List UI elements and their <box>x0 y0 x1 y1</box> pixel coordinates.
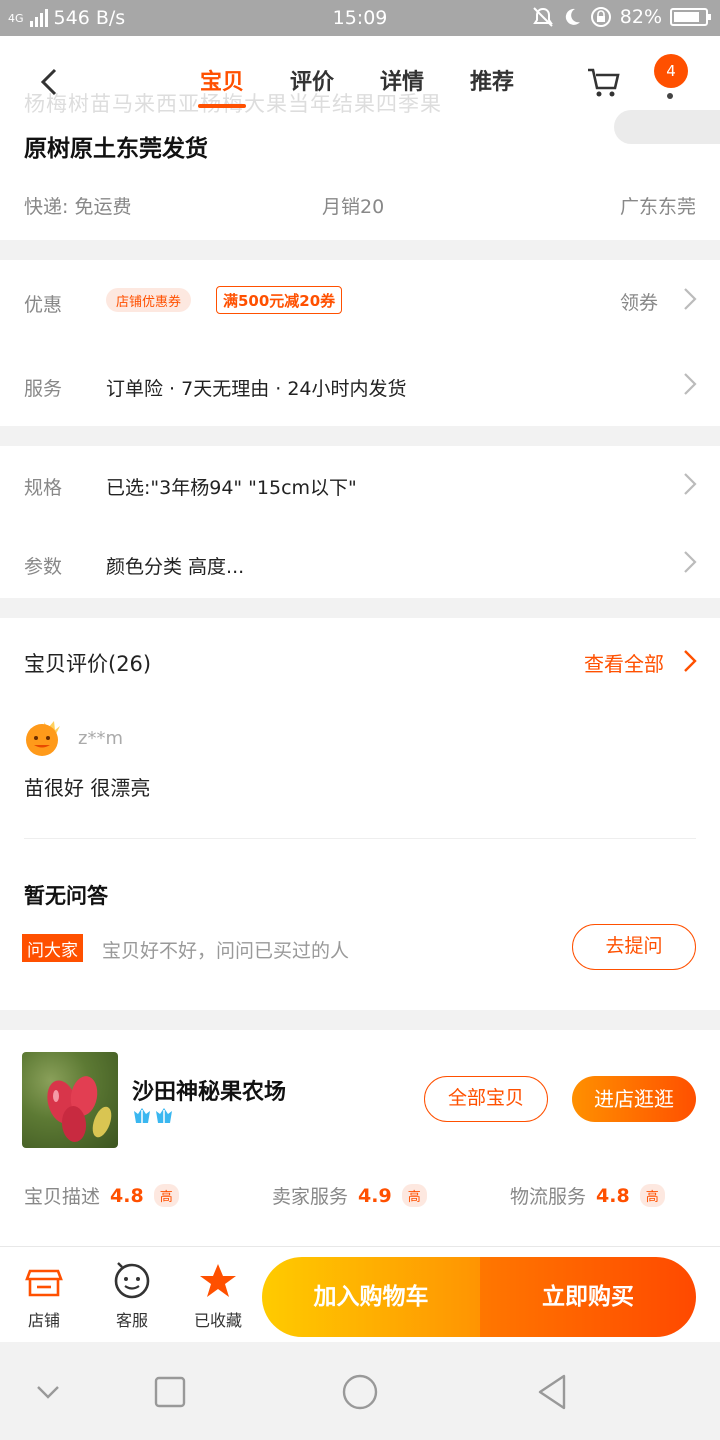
spec-card: 规格 已选:"3年杨94" "15cm以下" 参数 颜色分类 高度... <box>0 446 720 598</box>
system-nav-bar <box>0 1342 720 1440</box>
battery-percent: 82% <box>619 6 662 28</box>
fruit-image-icon <box>47 1076 112 1142</box>
chevron-right-icon[interactable] <box>682 471 698 497</box>
product-info-card: 原树原土东莞发货 快递: 免运费 月销20 广东东莞 <box>0 124 720 240</box>
recents-square-icon[interactable] <box>150 1372 190 1412</box>
cart-icon <box>588 68 620 97</box>
back-button[interactable] <box>30 62 70 102</box>
cart-badge: 4 <box>654 54 688 88</box>
share-pill[interactable] <box>614 110 720 144</box>
score-value: 4.8 <box>110 1184 144 1207</box>
service-label: 服务 <box>24 378 63 400</box>
ship-location: 广东东莞 <box>619 196 696 218</box>
chevron-right-icon[interactable] <box>682 286 698 312</box>
divider <box>24 838 696 839</box>
tab-bar: 宝贝 评价 详情 推荐 <box>190 60 524 108</box>
shop-label: 店铺 <box>27 1311 60 1330</box>
ask-hint: 宝贝好不好，问问已买过的人 <box>102 940 350 962</box>
cart-button[interactable] <box>584 62 624 102</box>
chat-face-icon <box>114 1262 150 1299</box>
promo-service-card: 优惠 店铺优惠券 满500元减20券 领券 服务 订单险 · 7天无理由 · 2… <box>0 260 720 426</box>
more-dot-icon <box>667 93 673 99</box>
qa-title: 暂无问答 <box>24 884 108 908</box>
score-seller-service: 卖家服务 4.9 高 <box>272 1182 427 1209</box>
chevron-right-icon[interactable] <box>682 549 698 575</box>
chevron-down-icon[interactable] <box>28 1372 68 1412</box>
home-circle-icon[interactable] <box>340 1372 380 1412</box>
star-icon <box>200 1264 236 1297</box>
tab-reviews[interactable]: 评价 <box>280 60 344 108</box>
score-label: 物流服务 <box>510 1186 587 1208</box>
shop-card: 沙田神秘果农场 全部宝贝 进店逛逛 宝贝描述 4.8 高 卖家服务 4.9 高 … <box>0 1030 720 1246</box>
score-logistics: 物流服务 4.8 高 <box>510 1182 665 1209</box>
view-all-reviews-link[interactable]: 查看全部 <box>584 648 664 677</box>
reviewer-name: z**m <box>78 728 123 749</box>
reviews-qa-card: 宝贝评价(26) 查看全部 z**m 苗很好 很漂亮 暂无问答 问大家 宝贝好不… <box>0 618 720 1010</box>
spec-label: 规格 <box>24 477 63 499</box>
status-bar: 4G 546 B/s 15:09 82% <box>0 0 720 36</box>
params-text[interactable]: 颜色分类 高度... <box>106 552 244 579</box>
review-text: 苗很好 很漂亮 <box>24 776 151 800</box>
chevron-right-icon[interactable] <box>682 648 698 674</box>
product-title: 原树原土东莞发货 <box>24 136 208 162</box>
ask-everyone-tag: 问大家 <box>22 934 83 962</box>
buy-now-button[interactable]: 立即购买 <box>480 1257 696 1337</box>
claim-coupon-link[interactable]: 领券 <box>620 288 658 315</box>
tab-item[interactable]: 宝贝 <box>190 60 254 108</box>
shop-coupon-tag: 店铺优惠券 <box>106 288 192 312</box>
shop-logo[interactable] <box>22 1052 118 1148</box>
score-description: 宝贝描述 4.8 高 <box>24 1182 179 1209</box>
score-value: 4.8 <box>596 1184 630 1207</box>
favorite-button[interactable]: 已收藏 <box>182 1261 254 1331</box>
all-items-button[interactable]: 全部宝贝 <box>424 1076 548 1122</box>
more-button[interactable]: 4 <box>652 54 688 110</box>
store-icon <box>25 1269 63 1297</box>
score-value: 4.9 <box>358 1184 392 1207</box>
bell-muted-icon <box>532 7 553 27</box>
rotation-lock-icon <box>590 7 611 27</box>
shop-name[interactable]: 沙田神秘果农场 <box>132 1074 286 1106</box>
spec-selected[interactable]: 已选:"3年杨94" "15cm以下" <box>106 473 357 500</box>
action-bar: 店铺 客服 已收藏 加入购物车 立即购买 <box>0 1246 720 1342</box>
reviews-heading: 宝贝评价(26) <box>24 652 152 676</box>
params-label: 参数 <box>24 556 63 578</box>
tab-recommend[interactable]: 推荐 <box>460 60 524 108</box>
score-label: 卖家服务 <box>272 1186 349 1208</box>
shop-button[interactable]: 店铺 <box>8 1261 80 1331</box>
moon-icon <box>565 8 580 25</box>
score-label: 宝贝描述 <box>24 1186 101 1208</box>
avatar <box>26 721 60 756</box>
customer-service-button[interactable]: 客服 <box>96 1261 168 1331</box>
service-label: 客服 <box>115 1311 148 1330</box>
battery-icon <box>670 8 711 26</box>
monthly-sales: 月销20 <box>322 196 385 218</box>
score-level: 高 <box>153 1184 179 1207</box>
score-level: 高 <box>639 1184 665 1207</box>
promo-label: 优惠 <box>24 294 63 316</box>
back-arrow-icon <box>40 68 57 96</box>
favorite-label: 已收藏 <box>193 1311 242 1330</box>
ask-question-button[interactable]: 去提问 <box>572 924 696 970</box>
chevron-right-icon[interactable] <box>682 371 698 397</box>
enter-shop-button[interactable]: 进店逛逛 <box>572 1076 696 1122</box>
shop-rank-crowns <box>132 1106 174 1126</box>
top-nav: 杨梅树苗马来西亚杨梅大果当年结果四季果 宝贝 评价 详情 推荐 4 <box>0 36 720 124</box>
service-text[interactable]: 订单险 · 7天无理由 · 24小时内发货 <box>106 374 407 401</box>
add-to-cart-button[interactable]: 加入购物车 <box>262 1257 480 1337</box>
back-triangle-icon[interactable] <box>534 1372 574 1412</box>
coupon-badge: 满500元减20券 <box>216 286 343 314</box>
crown-icon <box>156 1108 172 1123</box>
crown-icon <box>134 1108 150 1123</box>
tab-details[interactable]: 详情 <box>370 60 434 108</box>
score-level: 高 <box>401 1184 427 1207</box>
shipping-info: 快递: 免运费 <box>24 196 132 218</box>
